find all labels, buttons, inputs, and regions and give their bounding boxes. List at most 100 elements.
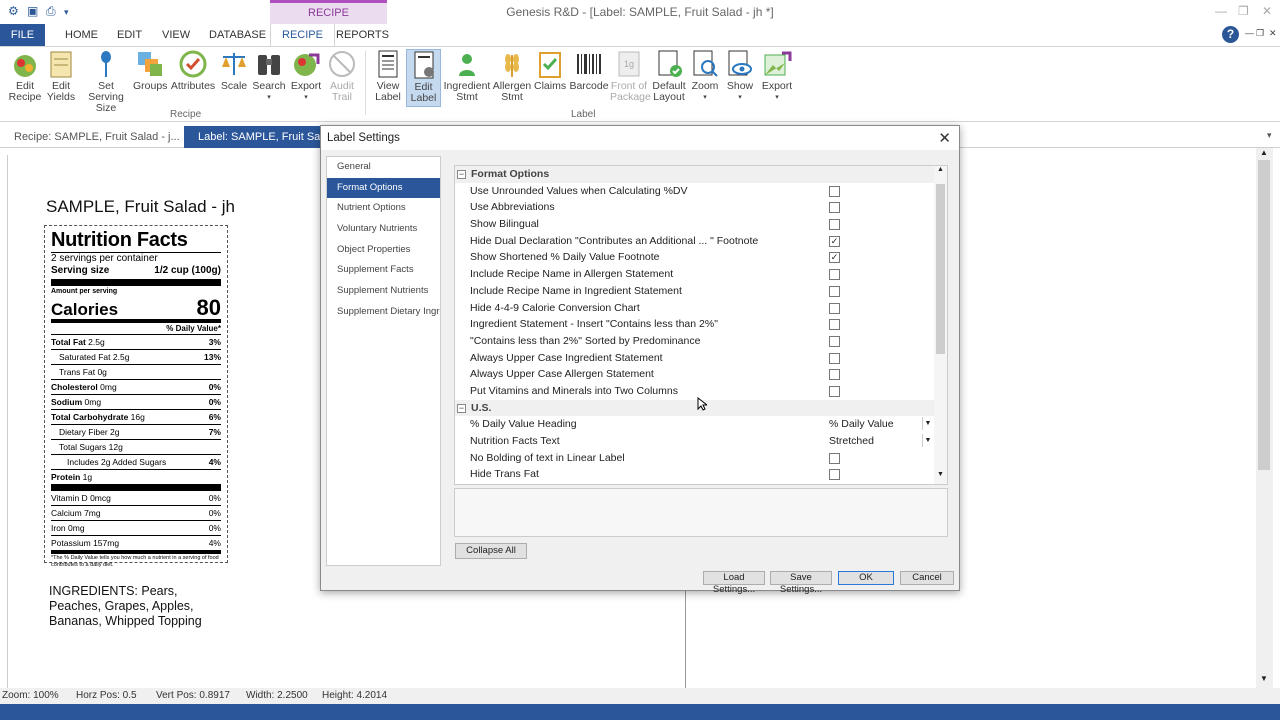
scroll-thumb[interactable] (936, 184, 945, 354)
property-row[interactable]: Use Abbreviations (455, 199, 947, 216)
mdi-close-icon[interactable]: ✕ (1269, 28, 1277, 39)
settings-nav-item[interactable]: Object Properties (327, 240, 440, 261)
show-button[interactable]: Show ▾ (724, 49, 756, 103)
settings-nav-item[interactable]: Supplement Dietary Ingre (327, 302, 440, 323)
property-row[interactable]: Nutrition Facts Text Stretched ▼ (455, 433, 947, 450)
property-checkbox[interactable]: ✓ (829, 252, 840, 264)
property-row[interactable]: Include Recipe Name in Allergen Statemen… (455, 266, 947, 283)
settings-nav-item[interactable]: Supplement Facts (327, 260, 440, 281)
settings-nav-item[interactable]: Supplement Nutrients (327, 281, 440, 302)
claims-button[interactable]: Claims (534, 49, 566, 92)
mdi-restore-icon[interactable]: ❐ (1256, 28, 1264, 39)
property-category[interactable]: − Format Options (455, 166, 947, 183)
tab-reports[interactable]: REPORTS (336, 24, 389, 46)
scroll-thumb[interactable] (1258, 160, 1270, 470)
chevron-down-icon[interactable]: ▼ (922, 417, 933, 431)
barcode-button[interactable]: Barcode (569, 49, 609, 92)
cancel-button[interactable]: Cancel (900, 571, 954, 585)
ingredient-stmt-button[interactable]: Ingredient Stmt (443, 49, 491, 103)
scroll-down-icon[interactable]: ▼ (937, 471, 944, 478)
label-export-button[interactable]: Export ▾ (759, 49, 795, 103)
property-checkbox[interactable] (829, 219, 840, 231)
settings-nav-item[interactable]: General (327, 157, 440, 178)
property-row[interactable]: Show Shortened % Daily Value Footnote ✓ (455, 249, 947, 266)
collapse-toggle-icon[interactable]: − (457, 403, 466, 413)
property-dropdown[interactable]: % Daily Value ▼ (827, 416, 933, 432)
tab-view[interactable]: VIEW (162, 24, 190, 46)
property-row[interactable]: Use Unrounded Values when Calculating %D… (455, 183, 947, 200)
property-checkbox[interactable] (829, 285, 840, 297)
settings-nav-item[interactable]: Voluntary Nutrients (327, 219, 440, 240)
property-grid-scrollbar[interactable]: ▲ ▼ (934, 166, 947, 484)
view-label-button[interactable]: View Label (371, 49, 405, 103)
search-button[interactable]: Search ▾ (252, 49, 286, 103)
property-checkbox[interactable] (829, 269, 840, 281)
edit-label-button[interactable]: Edit Label (406, 49, 441, 107)
ribbon-minimize-icon[interactable]: — (1245, 28, 1254, 38)
property-row[interactable]: Ingredient Statement - Insert "Contains … (455, 316, 947, 333)
tabs-overflow-icon[interactable]: ▾ (1267, 130, 1272, 141)
load-settings-button[interactable]: Load Settings... (703, 571, 765, 595)
save-settings-button[interactable]: Save Settings... (770, 571, 832, 595)
property-row[interactable]: Hide Trans Fat (455, 466, 947, 483)
property-row[interactable]: No Bolding of text in Linear Label (455, 450, 947, 467)
collapse-all-button[interactable]: Collapse All (455, 543, 527, 559)
tab-recipe-document[interactable]: Recipe: SAMPLE, Fruit Salad - j... (0, 126, 194, 148)
minimize-icon[interactable]: — (1215, 4, 1227, 18)
scroll-up-icon[interactable]: ▲ (1260, 148, 1268, 157)
attributes-button[interactable]: Attributes (170, 49, 216, 92)
property-row[interactable]: Include Recipe Name in Ingredient Statem… (455, 283, 947, 300)
allergen-stmt-button[interactable]: Allergen Stmt (492, 49, 532, 103)
chevron-down-icon[interactable]: ▼ (922, 434, 933, 447)
restore-icon[interactable]: ❐ (1238, 4, 1249, 18)
zoom-button[interactable]: Zoom ▾ (689, 49, 721, 103)
groups-button[interactable]: Groups (133, 49, 167, 92)
property-checkbox[interactable] (829, 335, 840, 347)
property-label: Hide 4-4-9 Calorie Conversion Chart (470, 301, 640, 314)
tab-edit[interactable]: EDIT (117, 24, 142, 46)
property-checkbox[interactable] (829, 319, 840, 331)
audit-trail-button[interactable]: Audit Trail (326, 49, 358, 103)
scroll-up-icon[interactable]: ▲ (937, 166, 944, 173)
property-checkbox[interactable] (829, 185, 840, 197)
collapse-toggle-icon[interactable]: − (457, 170, 466, 179)
property-row[interactable]: Show Bilingual (455, 216, 947, 233)
property-row[interactable]: % Daily Value Heading % Daily Value ▼ (455, 416, 947, 433)
property-row[interactable]: Always Upper Case Ingredient Statement (455, 350, 947, 367)
set-serving-size-button[interactable]: Set Serving Size (79, 49, 133, 114)
property-row[interactable]: Always Upper Case Allergen Statement (455, 366, 947, 383)
ok-button[interactable]: OK (838, 571, 894, 585)
settings-nav-item[interactable]: Nutrient Options (327, 198, 440, 219)
scroll-down-icon[interactable]: ▼ (1260, 674, 1268, 683)
close-icon[interactable]: ✕ (1262, 4, 1272, 18)
property-checkbox[interactable] (829, 469, 840, 481)
help-icon[interactable]: ? (1222, 26, 1239, 43)
tab-recipe[interactable]: RECIPE (270, 24, 335, 46)
property-row[interactable]: Hide Dual Declaration "Contributes an Ad… (455, 233, 947, 250)
property-checkbox[interactable]: ✓ (829, 235, 840, 247)
dialog-close-icon[interactable]: ✕ (938, 129, 951, 147)
edit-recipe-button[interactable]: Edit Recipe (6, 49, 44, 103)
scale-button[interactable]: Scale (218, 49, 250, 92)
property-dropdown[interactable]: Stretched ▼ (827, 433, 933, 449)
edit-yields-button[interactable]: Edit Yields (44, 49, 78, 103)
property-row[interactable]: "Contains less than 2%" Sorted by Predom… (455, 333, 947, 350)
tab-file[interactable]: FILE (0, 24, 45, 46)
property-row[interactable]: Hide 4-4-9 Calorie Conversion Chart (455, 300, 947, 317)
property-checkbox[interactable] (829, 302, 840, 314)
calories-label: Calories (51, 300, 119, 319)
property-checkbox[interactable] (829, 385, 840, 397)
tab-database[interactable]: DATABASE (209, 24, 266, 46)
recipe-export-button[interactable]: Export ▾ (288, 49, 324, 103)
property-checkbox[interactable] (829, 452, 840, 464)
property-checkbox[interactable] (829, 352, 840, 364)
workspace-scrollbar[interactable]: ▲ ▼ (1256, 148, 1273, 688)
property-checkbox[interactable] (829, 369, 840, 381)
front-of-package-button[interactable]: 1g Front of Package (610, 49, 651, 103)
tab-home[interactable]: HOME (65, 24, 98, 46)
dropdown-arrow-icon: ▾ (775, 94, 779, 101)
settings-nav-item[interactable]: Format Options (327, 177, 440, 199)
nutrition-facts-panel[interactable]: Nutrition Facts 2 servings per container… (44, 225, 228, 568)
default-layout-button[interactable]: Default Layout (650, 49, 688, 103)
property-checkbox[interactable] (829, 202, 840, 214)
